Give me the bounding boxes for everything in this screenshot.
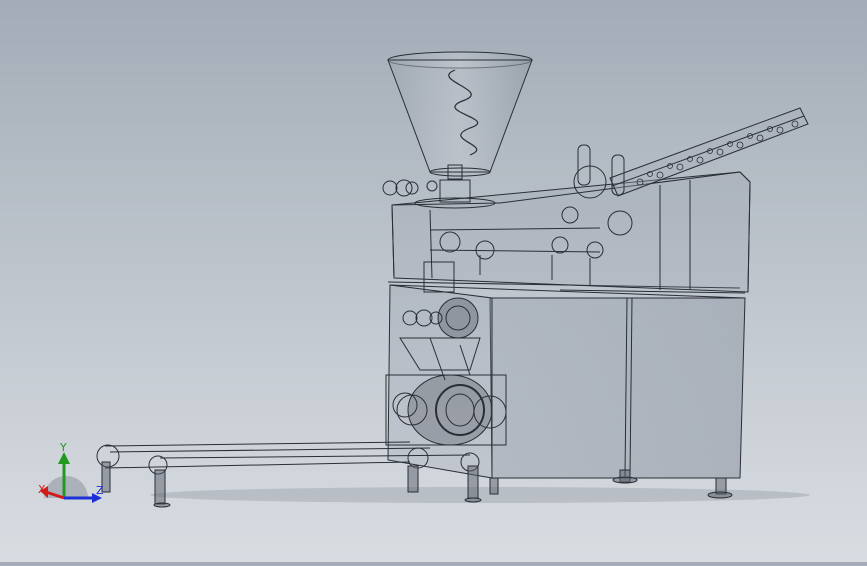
3d-viewport[interactable]: Y X Z (0, 0, 867, 562)
triad-z-label: Z (96, 484, 104, 497)
coordinate-triad (40, 452, 102, 503)
hopper (382, 51, 533, 209)
triad-y-label: Y (60, 441, 67, 454)
triad-x-label: X (38, 483, 46, 496)
machine-model[interactable] (0, 0, 867, 562)
